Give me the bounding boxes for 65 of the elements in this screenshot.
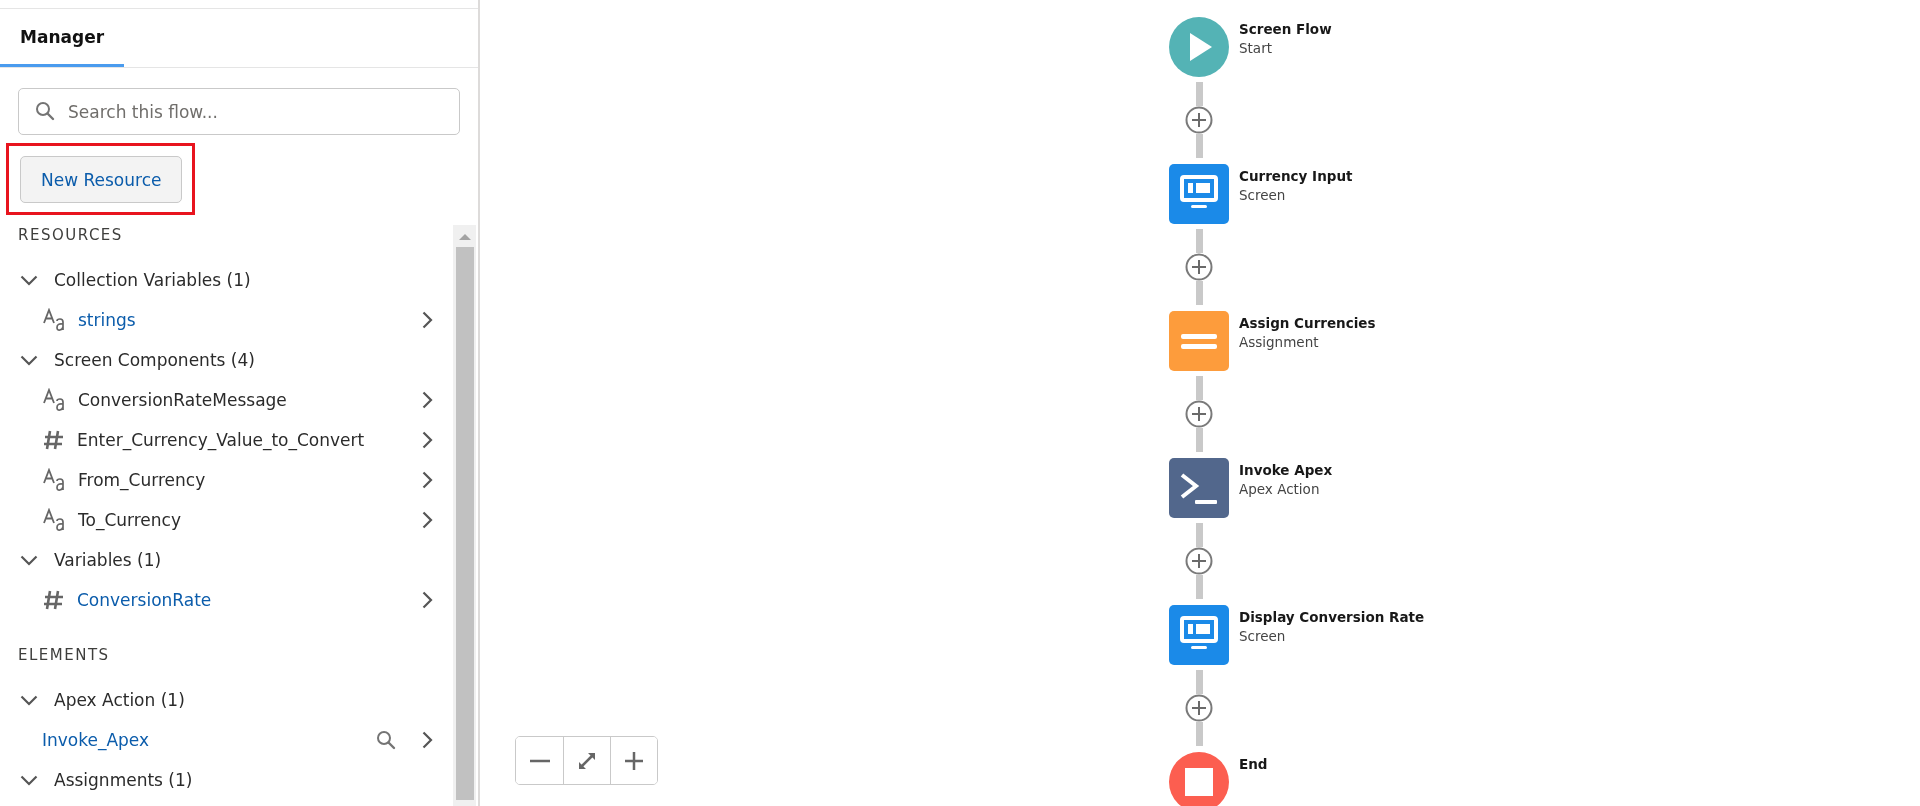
manager-tab[interactable]: Manager (0, 9, 125, 67)
node-subtitle: Start (1239, 39, 1273, 58)
node-title: Screen Flow (1239, 20, 1332, 39)
resource-name[interactable]: From_Currency (78, 470, 206, 490)
chevron-down-icon[interactable] (20, 354, 38, 366)
text-type-icon (43, 508, 66, 532)
resource-link[interactable]: strings (78, 310, 136, 330)
chevron-right-icon[interactable] (422, 511, 433, 529)
scrollbar[interactable] (453, 225, 476, 806)
scrollbar-thumb[interactable] (455, 247, 474, 800)
text-type-icon (43, 388, 66, 412)
chevron-down-icon[interactable] (20, 694, 38, 706)
node-subtitle: Assignment (1239, 333, 1320, 352)
expand-arrows-icon (577, 750, 597, 771)
section-heading: ELEMENTS (18, 645, 110, 665)
apex-action-node[interactable] (1169, 458, 1229, 518)
group-label[interactable]: Variables (1) (54, 550, 162, 570)
add-element-button[interactable] (1185, 694, 1213, 722)
chevron-down-icon[interactable] (20, 554, 38, 566)
new-resource-button[interactable]: New Resource (20, 156, 183, 203)
add-element-button[interactable] (1185, 400, 1213, 428)
resource-link[interactable]: ConversionRate (77, 590, 212, 610)
text-type-icon (43, 468, 66, 492)
hash-icon (43, 589, 65, 611)
search-icon[interactable] (376, 730, 396, 750)
node-subtitle: Apex Action (1239, 480, 1321, 499)
section-heading: RESOURCES (18, 225, 123, 245)
node-title: Invoke Apex (1239, 461, 1333, 480)
screen-node[interactable] (1169, 605, 1229, 665)
screen-node[interactable] (1169, 164, 1229, 224)
chevron-right-icon[interactable] (422, 391, 433, 409)
assignment-node[interactable] (1169, 311, 1229, 371)
end-node[interactable] (1169, 752, 1229, 806)
group-label[interactable]: Screen Components (4) (54, 350, 255, 370)
node-title: Display Conversion Rate (1239, 608, 1425, 627)
text-type-icon (43, 308, 66, 332)
node-title: Assign Currencies (1239, 314, 1376, 333)
chevron-right-icon[interactable] (422, 431, 433, 449)
chevron-right-icon[interactable] (422, 591, 433, 609)
hash-icon (43, 429, 65, 451)
chevron-down-icon[interactable] (20, 774, 38, 786)
resource-name[interactable]: To_Currency (78, 510, 181, 530)
chevron-right-icon[interactable] (422, 471, 433, 489)
search-icon (35, 101, 55, 121)
search-field[interactable]: Search this flow... (18, 88, 460, 135)
chevron-right-icon[interactable] (422, 731, 433, 749)
node-subtitle: Screen (1239, 186, 1287, 205)
add-element-button[interactable] (1185, 547, 1213, 575)
resource-name[interactable]: Enter_Currency_Value_to_Convert (77, 430, 365, 450)
node-title: Currency Input (1239, 167, 1353, 186)
chevron-right-icon[interactable] (422, 311, 433, 329)
group-label[interactable]: Collection Variables (1) (54, 270, 251, 290)
add-element-button[interactable] (1185, 253, 1213, 281)
group-label[interactable]: Apex Action (1) (54, 690, 185, 710)
resource-name[interactable]: ConversionRateMessage (78, 390, 287, 410)
node-subtitle: Screen (1239, 627, 1287, 646)
plus-icon (625, 751, 643, 770)
start-node[interactable] (1169, 17, 1229, 77)
add-element-button[interactable] (1185, 106, 1213, 134)
minus-icon (529, 758, 550, 763)
node-title: End (1239, 755, 1268, 774)
group-label[interactable]: Assignments (1) (54, 770, 193, 790)
zoom-in-button[interactable] (610, 737, 657, 784)
resource-link[interactable]: Invoke_Apex (42, 730, 150, 750)
chevron-down-icon[interactable] (20, 274, 38, 286)
